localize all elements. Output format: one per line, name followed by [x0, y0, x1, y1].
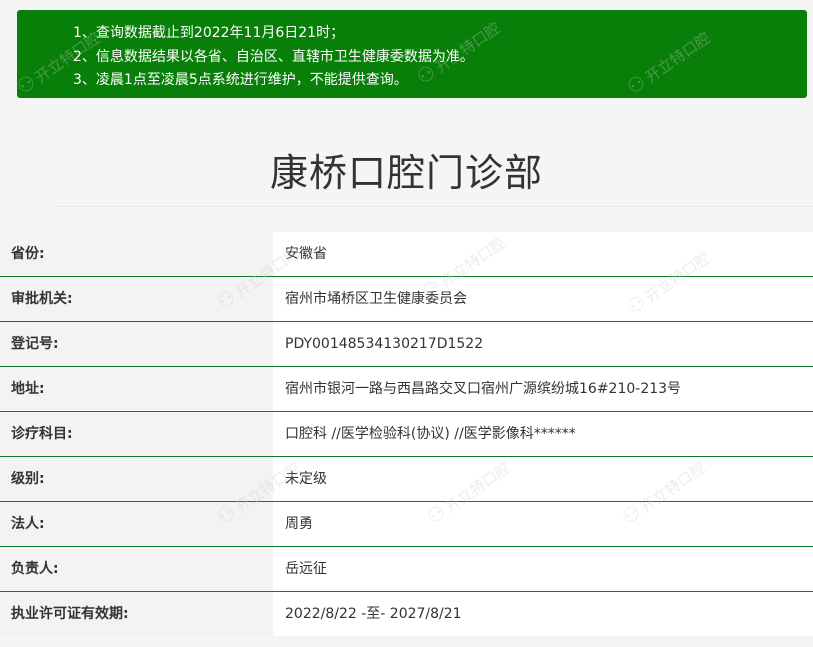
table-row: 执业许可证有效期: 2022/8/22 -至- 2027/8/21	[0, 592, 813, 639]
row-label-departments: 诊疗科目:	[0, 412, 273, 456]
row-label-level: 级别:	[0, 457, 273, 501]
row-value-departments: 口腔科 //医学检验科(协议) //医学影像科******	[273, 412, 813, 456]
row-value-level: 未定级	[273, 457, 813, 501]
row-value-province: 安徽省	[273, 232, 813, 276]
table-row: 省份: 安徽省	[0, 232, 813, 277]
notice-line: 3、凌晨1点至凌晨5点系统进行维护，不能提供查询。	[73, 72, 408, 88]
table-row: 登记号: PDY00148534130217D1522	[0, 322, 813, 367]
title-divider	[56, 206, 813, 207]
table-row: 法人: 周勇	[0, 502, 813, 547]
table-row: 负责人: 岳远征	[0, 547, 813, 592]
table-row: 审批机关: 宿州市埇桥区卫生健康委员会	[0, 277, 813, 322]
table-row: 诊疗科目: 口腔科 //医学检验科(协议) //医学影像科******	[0, 412, 813, 457]
row-label-address: 地址:	[0, 367, 273, 411]
row-value-license-validity: 2022/8/22 -至- 2027/8/21	[273, 592, 813, 636]
row-value-approval-authority: 宿州市埇桥区卫生健康委员会	[273, 277, 813, 321]
row-label-province: 省份:	[0, 232, 273, 276]
row-value-address: 宿州市银河一路与西昌路交叉口宿州广源缤纷城16#210-213号	[273, 367, 813, 411]
notice-line: 1、查询数据截止到2022年11月6日21时；	[73, 25, 345, 41]
row-label-license-validity: 执业许可证有效期:	[0, 592, 273, 636]
row-label-approval-authority: 审批机关:	[0, 277, 273, 321]
table-row: 级别: 未定级	[0, 457, 813, 502]
table-row: 地址: 宿州市银河一路与西昌路交叉口宿州广源缤纷城16#210-213号	[0, 367, 813, 412]
title-section: 康桥口腔门诊部	[0, 98, 813, 232]
notice-banner: 1、查询数据截止到2022年11月6日21时； 2、信息数据结果以各省、自治区、…	[17, 10, 807, 98]
row-label-registration-number: 登记号:	[0, 322, 273, 366]
notice-line: 2、信息数据结果以各省、自治区、直辖市卫生健康委数据为准。	[73, 48, 474, 65]
page-title: 康桥口腔门诊部	[269, 151, 543, 195]
row-value-legal-person: 周勇	[273, 502, 813, 546]
row-label-legal-person: 法人:	[0, 502, 273, 546]
info-table: 省份: 安徽省 审批机关: 宿州市埇桥区卫生健康委员会 登记号: PDY0014…	[0, 232, 813, 639]
row-label-person-in-charge: 负责人:	[0, 547, 273, 591]
row-value-person-in-charge: 岳远征	[273, 547, 813, 591]
row-value-registration-number: PDY00148534130217D1522	[273, 322, 813, 366]
